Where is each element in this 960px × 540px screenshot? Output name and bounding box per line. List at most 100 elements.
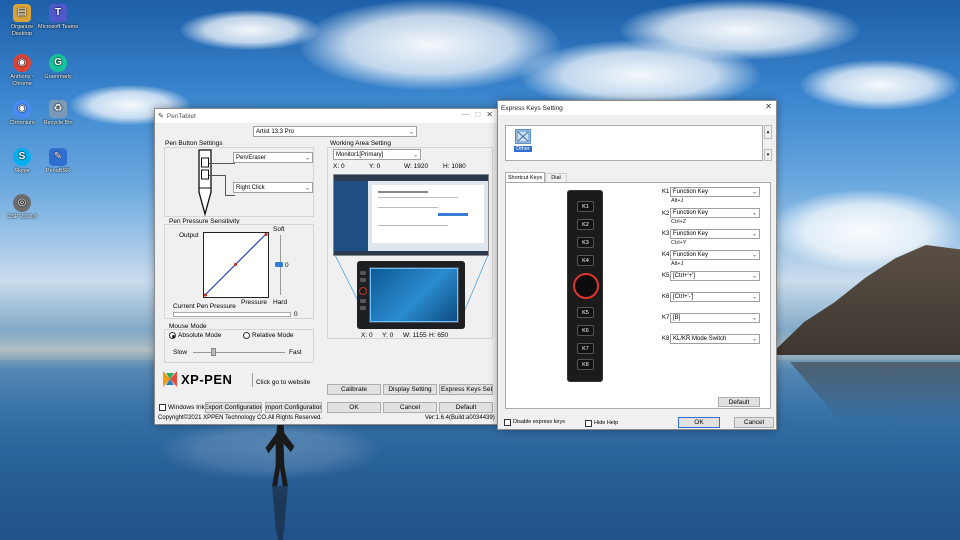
maximize-icon[interactable]: ☐ [475,111,481,119]
curve-handle[interactable] [264,232,268,237]
tablet-illustration [357,261,465,329]
device-key-k4[interactable]: K4 [577,255,594,266]
k3-select[interactable]: Function Key ⌄ [670,229,760,239]
recycle-bin-icon: ♻ [49,100,67,118]
desktop-icon-recycle-bin[interactable]: ♻ Recycle Bin [36,100,80,127]
device-select[interactable]: Artist 13.3 Pro ⌄ [253,126,417,137]
monitor-select[interactable]: Monitor1[Primary] ⌄ [333,149,421,160]
screen-h-key: H: [443,163,450,170]
minimize-icon[interactable]: — [462,111,469,118]
scroll-down-icon[interactable]: ▾ [764,149,772,161]
k8-select[interactable]: KL/KR Mode Switch ⌄ [670,334,760,344]
express-default-button[interactable]: Default [718,397,760,407]
relative-mode-label: Relative Mode [252,332,294,339]
export-configuration-button[interactable]: Export Configuration [205,402,262,413]
screen-w-value: 1920 [413,163,429,170]
tablet-screen [369,267,459,323]
application-list[interactable]: Other [505,125,763,161]
k7-select[interactable]: [B] ⌄ [670,313,760,323]
pen-button2-select[interactable]: Right Click ⌄ [233,182,313,193]
pen-button1-select[interactable]: Pen/Eraser ⌄ [233,152,313,163]
leader-line [209,163,235,164]
curve-handle[interactable] [233,262,238,267]
device-key-k3[interactable]: K3 [577,237,594,248]
k3-value: Function Key [673,231,709,237]
tablet-h-value: 650 [437,332,449,339]
desktop-icon-penabsr[interactable]: ✎ PenaBSR [36,148,80,175]
tab-dial[interactable]: Dial [545,173,567,182]
website-link[interactable]: Click go to website [256,379,310,386]
desktop-icon-csp[interactable]: ◎ CSP 2.0.0.0 [0,194,44,221]
desktop-icon-grammarly[interactable]: G Grammarly [36,54,80,81]
absolute-mode-radio[interactable] [169,332,176,339]
screen-h-label: H: 1080 [443,163,466,170]
chevron-down-icon: ⌄ [304,155,310,161]
folder-icon: ▤ [13,4,31,22]
screen-y-value: 0 [376,163,381,170]
device-key-k7[interactable]: K7 [577,343,594,354]
device-value: Artist 13.3 Pro [256,128,295,135]
chevron-down-icon: ⌄ [751,231,757,238]
pentablet-titlebar[interactable]: ✎ PenTablet — ☐ ✕ [155,109,497,123]
k4-select[interactable]: Function Key ⌄ [670,250,760,260]
cloud [620,0,860,60]
device-key-k5[interactable]: K5 [577,307,594,318]
display-setting-button[interactable]: Display Setting [383,384,437,395]
express-keys-setting-button[interactable]: Express Keys Setting [439,384,493,395]
output-label: Output [179,232,199,239]
k3-shortcut: Ctrl+Y [671,240,687,246]
disable-express-keys-checkbox[interactable] [504,419,511,426]
k1-label: K1 [662,189,670,195]
express-keys-window: Express Keys Setting ✕ Other ▴ ▾ Shortcu… [497,100,777,430]
k5-select[interactable]: [Ctrl+'+'] ⌄ [670,271,760,281]
close-icon[interactable]: ✕ [486,110,493,119]
curve-handle[interactable] [203,293,208,297]
application-label[interactable]: Other [514,146,532,152]
k2-shortcut: Ctrl+Z [671,219,687,225]
device-key-k1[interactable]: K1 [577,201,594,212]
k2-select[interactable]: Function Key ⌄ [670,208,760,218]
windows-ink-checkbox[interactable] [159,404,166,411]
express-ok-button[interactable]: OK [678,417,720,428]
chevron-down-icon: ⌄ [751,252,757,259]
tablet-active-area[interactable] [370,268,458,322]
leader-line [209,175,225,176]
application-icon[interactable] [515,129,531,144]
pressure-axis-label: Pressure [241,299,268,306]
cancel-button[interactable]: Cancel [383,402,437,413]
k2-label: K2 [662,211,670,217]
k6-select[interactable]: [Ctrl+'-'] ⌄ [670,292,760,302]
ok-button[interactable]: OK [327,402,381,413]
desktop-icon-label: Microsoft Teams [38,24,78,30]
tab-shortcut-keys[interactable]: Shortcut Keys [505,172,545,182]
pressure-slider-value: 0 [285,262,289,269]
relative-mode-radio[interactable] [243,332,250,339]
working-area-heading: Working Area Setting [330,140,391,147]
current-pressure-bar [173,312,291,317]
speed-slider-thumb[interactable] [211,348,216,356]
device-key-k6[interactable]: K6 [577,325,594,336]
tablet-y-key: Y: [382,332,388,339]
hide-help-checkbox[interactable] [585,420,592,427]
monitor-preview[interactable] [333,174,489,256]
pressure-slider-thumb[interactable] [275,262,283,267]
default-button[interactable]: Default [439,402,493,413]
window-title: PenTablet [166,112,196,120]
speed-slow-label: Slow [173,349,188,356]
pen-button2-value: Right Click [236,184,265,191]
pressure-curve[interactable] [203,232,269,298]
tablet-h-label: H: 650 [429,332,448,339]
close-icon[interactable]: ✕ [765,102,772,111]
speed-slider-track[interactable] [193,352,285,353]
calibrate-button[interactable]: Calibrate [327,384,381,395]
scroll-up-icon[interactable]: ▴ [764,125,772,139]
import-configuration-button[interactable]: Import Configuration [265,402,322,413]
grammarly-icon: G [49,54,67,72]
express-cancel-button[interactable]: Cancel [734,417,774,428]
desktop-icon-teams[interactable]: T Microsoft Teams [36,4,80,31]
device-key-k2[interactable]: K2 [577,219,594,230]
express-titlebar[interactable]: Express Keys Setting ✕ [498,101,776,115]
k1-select[interactable]: Function Key ⌄ [670,187,760,197]
dial-icon[interactable] [573,273,599,299]
device-key-k8[interactable]: K8 [577,359,594,370]
